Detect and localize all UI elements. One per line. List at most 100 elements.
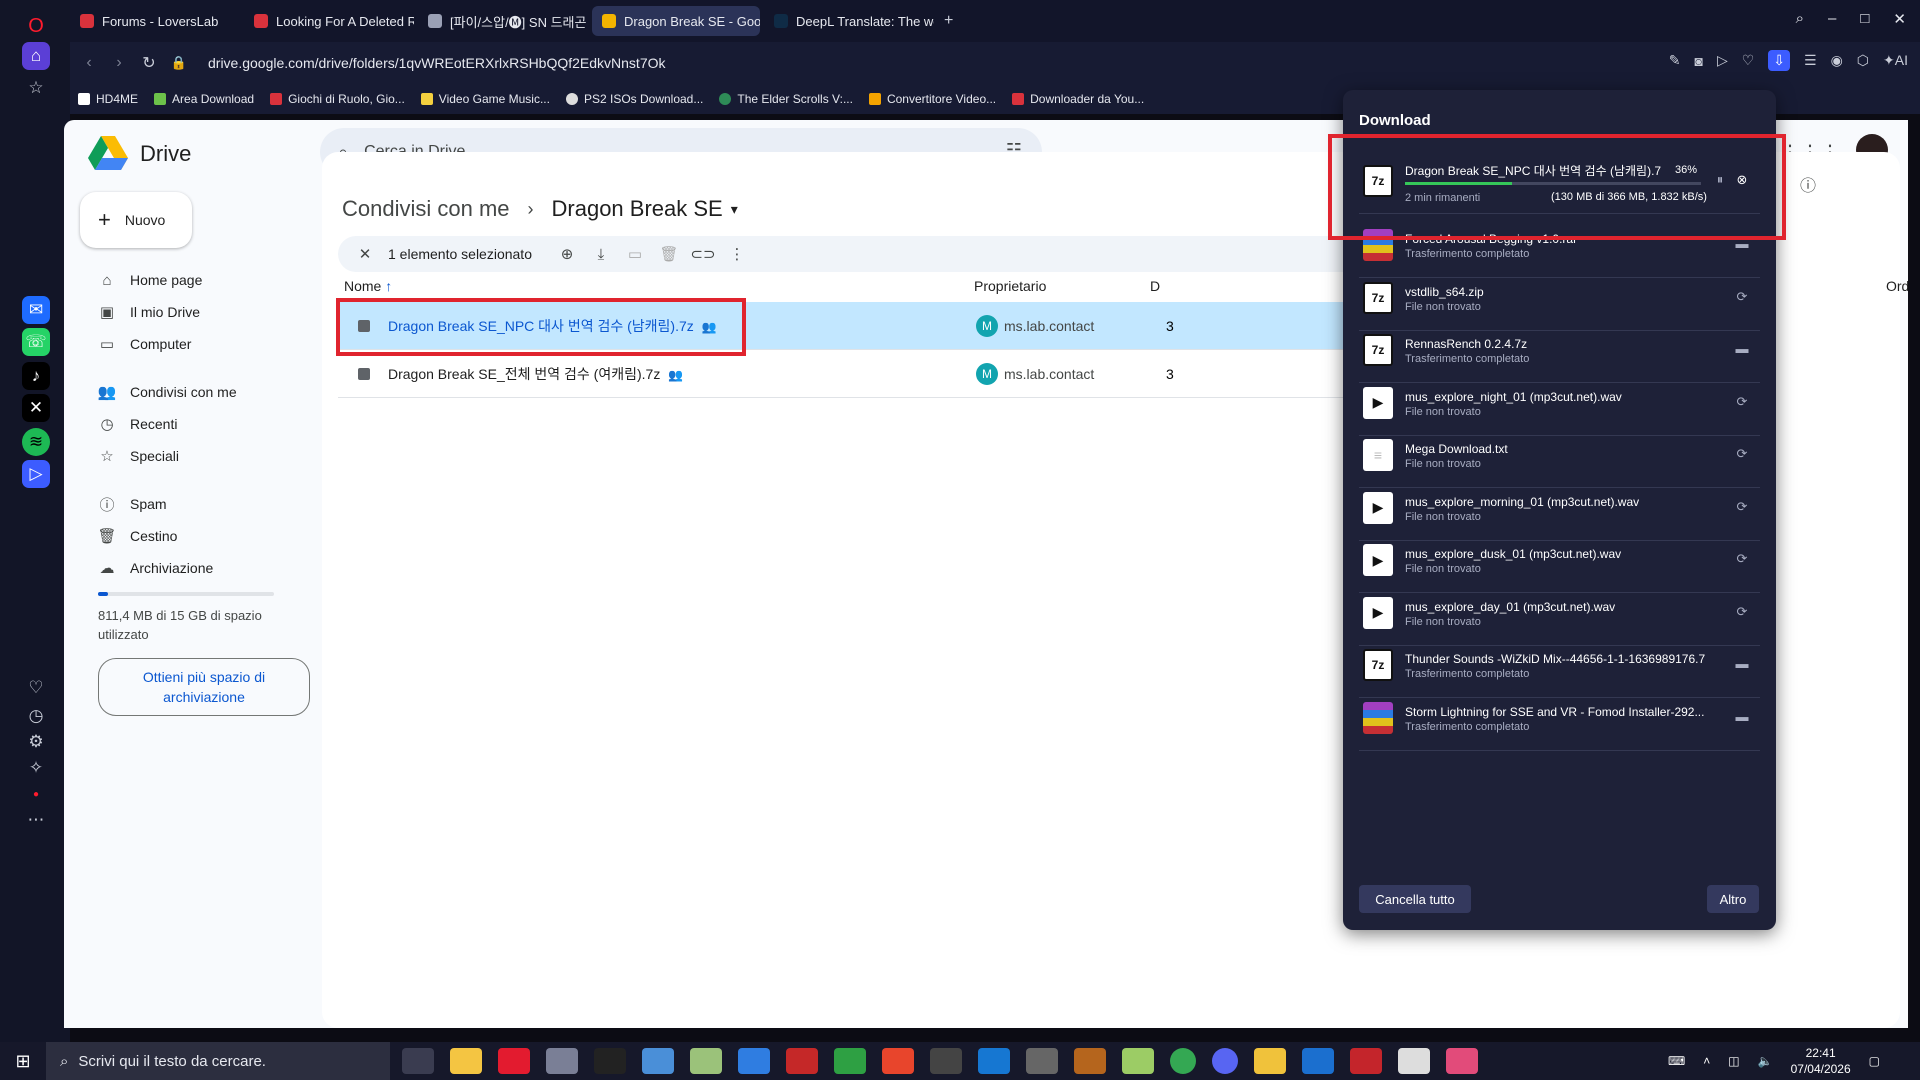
notification-icon[interactable]: ▢ — [1869, 1054, 1880, 1068]
nav-trash[interactable]: 🗑 Cestino — [80, 520, 310, 552]
nav-spam[interactable]: ⓘ Spam — [80, 488, 310, 520]
column-name[interactable]: Nome ↑ — [344, 278, 392, 294]
folder-icon[interactable]: ▬ — [1734, 709, 1750, 725]
settings-icon[interactable]: ⚙ — [22, 728, 50, 756]
app-icon[interactable] — [1074, 1048, 1106, 1074]
player-icon[interactable]: ▷ — [22, 460, 50, 488]
nav-computer[interactable]: ▭ Computer — [80, 328, 310, 360]
app-icon[interactable] — [882, 1048, 914, 1074]
drive-logo[interactable]: Drive — [88, 136, 191, 172]
bookmark-item[interactable]: Giochi di Ruolo, Gio... — [270, 92, 405, 106]
bookmark-heart-icon[interactable]: ♡ — [1742, 52, 1755, 69]
clock[interactable]: 22:41 07/04/2026 — [1791, 1045, 1851, 1077]
maximize-icon[interactable]: □ — [1860, 10, 1869, 28]
clear-all-button[interactable]: Cancella tutto — [1359, 885, 1471, 913]
chrome-icon[interactable] — [1170, 1048, 1196, 1074]
ai-button[interactable]: ✦AI — [1883, 52, 1908, 69]
task-view-icon[interactable] — [402, 1048, 434, 1074]
more-storage-button[interactable]: Ottieni più spazio di archiviazione — [98, 658, 310, 716]
bookmark-item[interactable]: Downloader da You... — [1012, 92, 1144, 106]
info-icon[interactable]: ⓘ — [1800, 172, 1816, 196]
more-button[interactable]: Altro — [1707, 885, 1759, 913]
bookmark-item[interactable]: PS2 ISOs Download... — [565, 92, 703, 106]
trash-icon[interactable]: 🗑 — [652, 245, 686, 263]
app-icon[interactable] — [738, 1048, 770, 1074]
breadcrumb-parent[interactable]: Condivisi con me — [342, 196, 510, 222]
cube-icon[interactable]: ⬡ — [1857, 52, 1869, 69]
folder-icon[interactable]: ▬ — [1734, 656, 1750, 672]
app-icon[interactable] — [690, 1048, 722, 1074]
taskbar-search[interactable]: ⌕ Scrivi qui il testo da cercare. — [46, 1042, 390, 1080]
close-icon[interactable]: ✕ — [1893, 10, 1906, 28]
retry-icon[interactable]: ⟳ — [1734, 289, 1750, 305]
opera-icon[interactable] — [498, 1048, 530, 1074]
retry-icon[interactable]: ⟳ — [1734, 394, 1750, 410]
nav-recent[interactable]: ◷ Recenti — [80, 408, 310, 440]
history-icon[interactable]: ◷ — [22, 702, 50, 730]
download-icon[interactable]: ⇩ — [1768, 50, 1791, 71]
bookmark-item[interactable]: HD4ME — [78, 92, 138, 106]
heart-icon[interactable]: ♡ — [22, 674, 50, 702]
bookmark-item[interactable]: Area Download — [154, 92, 254, 106]
app-icon[interactable] — [594, 1048, 626, 1074]
retry-icon[interactable]: ⟳ — [1734, 446, 1750, 462]
reload-icon[interactable]: ↻ — [134, 53, 164, 73]
discord-icon[interactable] — [1212, 1048, 1238, 1074]
url-field[interactable]: drive.google.com/drive/folders/1qvWREotE… — [208, 55, 666, 71]
app-icon[interactable] — [1254, 1048, 1286, 1074]
tab-drive[interactable]: Dragon Break SE - Google — [592, 6, 760, 36]
new-button[interactable]: + Nuovo — [80, 192, 192, 248]
minimize-icon[interactable]: – — [1828, 10, 1836, 28]
app-icon[interactable] — [1398, 1048, 1430, 1074]
camera-icon[interactable]: ◙ — [1694, 53, 1702, 69]
star-icon[interactable]: ☆ — [22, 74, 50, 102]
tab-deleted[interactable]: Looking For A Deleted Re — [244, 6, 414, 36]
clear-selection-icon[interactable]: ✕ — [348, 245, 382, 263]
edit-icon[interactable]: ✎ — [1669, 52, 1681, 69]
column-owner[interactable]: Proprietario — [974, 278, 1046, 294]
app-icon[interactable] — [1350, 1048, 1382, 1074]
column-date[interactable]: D — [1150, 278, 1160, 294]
app-icon[interactable] — [1302, 1048, 1334, 1074]
forward-icon[interactable]: › — [104, 54, 134, 72]
whatsapp-icon[interactable]: ☏ — [22, 328, 50, 356]
bookmark-item[interactable]: Convertitore Video... — [868, 92, 996, 106]
app-icon[interactable] — [642, 1048, 674, 1074]
back-icon[interactable]: ‹ — [74, 54, 104, 72]
retry-icon[interactable]: ⟳ — [1734, 499, 1750, 515]
app-icon[interactable] — [1026, 1048, 1058, 1074]
chevron-up-icon[interactable]: ˄ — [1703, 1054, 1710, 1068]
home-icon[interactable]: ⌂ — [22, 42, 50, 70]
file-explorer-icon[interactable] — [450, 1048, 482, 1074]
menu-icon[interactable]: ☰ — [1804, 52, 1817, 69]
app-icon[interactable] — [834, 1048, 866, 1074]
nav-my-drive[interactable]: ▣ Il mio Drive — [80, 296, 310, 328]
app-icon[interactable] — [1446, 1048, 1478, 1074]
nav-home[interactable]: ⌂ Home page — [80, 264, 310, 296]
share-icon[interactable]: ⊕ — [550, 245, 584, 263]
ublock-icon[interactable]: ● — [22, 780, 50, 808]
app-icon[interactable] — [786, 1048, 818, 1074]
retry-icon[interactable]: ⟳ — [1734, 551, 1750, 567]
bookmark-item[interactable]: The Elder Scrolls V:... — [719, 92, 853, 106]
app-icon[interactable] — [930, 1048, 962, 1074]
profile-icon[interactable]: ◉ — [1831, 52, 1843, 69]
nav-starred[interactable]: ☆ Speciali — [80, 440, 310, 472]
app-icon[interactable] — [1122, 1048, 1154, 1074]
app-icon[interactable] — [546, 1048, 578, 1074]
spotify-icon[interactable]: ≋ — [22, 428, 50, 456]
nav-shared[interactable]: 👥 Condivisi con me — [80, 376, 310, 408]
lightbulb-icon[interactable]: ✧ — [22, 754, 50, 782]
play-icon[interactable]: ▷ — [1717, 52, 1728, 69]
more-actions-icon[interactable]: ⋮ — [720, 245, 754, 263]
network-icon[interactable]: ◫ — [1728, 1054, 1739, 1068]
dropdown-icon[interactable]: ▾ — [731, 201, 738, 218]
volume-icon[interactable]: 🔈 — [1758, 1054, 1773, 1068]
nav-storage[interactable]: ☁ Archiviazione — [80, 552, 310, 584]
x-icon[interactable]: ✕ — [22, 394, 50, 422]
tab-korean[interactable]: [파이/스압/🅜] SN 드래곤 — [418, 6, 588, 36]
opera-logo-icon[interactable]: O — [22, 12, 50, 40]
tab-deepl[interactable]: DeepL Translate: The worl — [764, 6, 934, 36]
download-item[interactable]: Storm Lightning for SSE and VR - Fomod I… — [1359, 687, 1760, 751]
folder-icon[interactable]: ▬ — [1734, 341, 1750, 357]
